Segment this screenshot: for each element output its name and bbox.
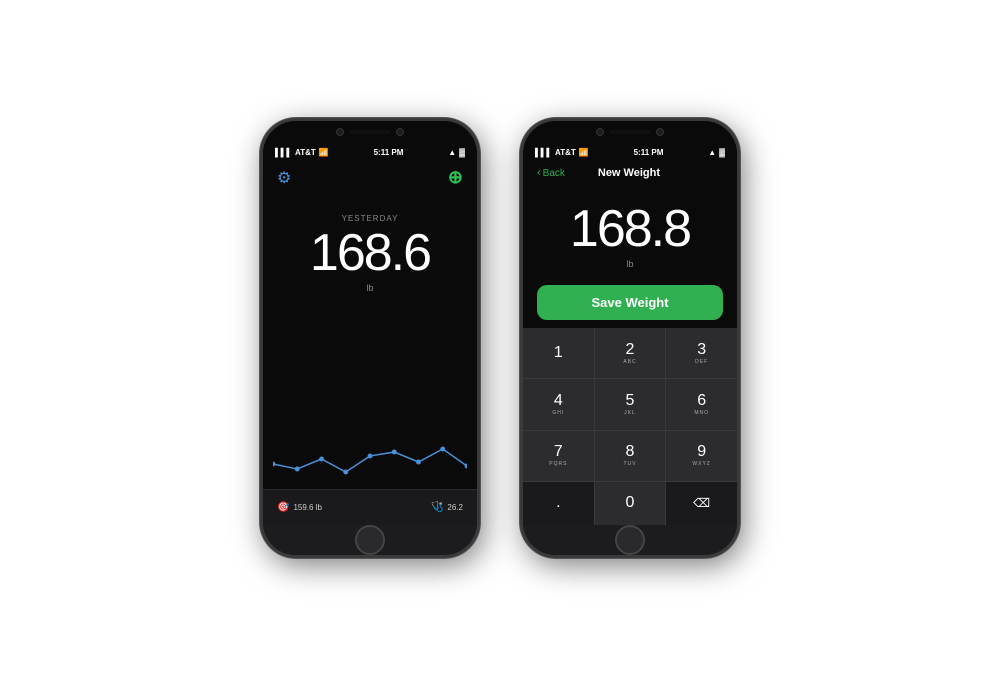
target-icon: 🎯 bbox=[277, 502, 289, 513]
phone-1-screen: ⚙ ⊕ YESTERDAY 168.6 lb bbox=[263, 161, 477, 525]
camera-dot-3 bbox=[596, 128, 604, 136]
key-9[interactable]: 9 WXYZ bbox=[666, 431, 737, 481]
settings-icon[interactable]: ⚙ bbox=[277, 168, 291, 188]
numeric-keypad: 1 2 ABC 3 DEF 4 GHI 5 JKL 6 MNO bbox=[523, 328, 737, 525]
camera-dot-2 bbox=[396, 128, 404, 136]
key-0[interactable]: 0 bbox=[595, 482, 666, 525]
unit-label-2: lb bbox=[626, 259, 633, 269]
phone-1-notch bbox=[263, 121, 477, 143]
phone-2: ▌▌▌ AT&T 📶 5:11 PM ▲ ▓ ‹ Back New Weight… bbox=[520, 118, 740, 558]
status-bar-1: ▌▌▌ AT&T 📶 5:11 PM ▲ ▓ bbox=[263, 143, 477, 161]
status-left-2: ▌▌▌ AT&T 📶 bbox=[535, 148, 589, 157]
back-button[interactable]: ‹ Back bbox=[537, 167, 565, 179]
phone-1-home-bar bbox=[263, 525, 477, 555]
phone-2-notch bbox=[523, 121, 737, 143]
key-3[interactable]: 3 DEF bbox=[666, 328, 737, 378]
key-1[interactable]: 1 bbox=[523, 328, 594, 378]
phone-1-navbar: ⚙ ⊕ bbox=[263, 161, 477, 194]
save-weight-button[interactable]: Save Weight bbox=[537, 285, 723, 320]
battery-icon-1: ▓ bbox=[459, 148, 465, 157]
nav-title: New Weight bbox=[598, 167, 660, 179]
back-label: Back bbox=[543, 168, 565, 179]
key-7[interactable]: 7 PQRS bbox=[523, 431, 594, 481]
wifi-icon-1: 📶 bbox=[319, 148, 329, 157]
status-left-1: ▌▌▌ AT&T 📶 bbox=[275, 148, 329, 157]
phone-2-screen: ‹ Back New Weight 168.8 lb Save Weight 1… bbox=[523, 161, 737, 525]
status-bar-2: ▌▌▌ AT&T 📶 5:11 PM ▲ ▓ bbox=[523, 143, 737, 161]
key-backspace[interactable]: ⌫ bbox=[666, 482, 737, 525]
location-icon-2: ▲ bbox=[708, 148, 716, 157]
signal-bars-2: ▌▌▌ bbox=[535, 148, 552, 157]
status-right-1: ▲ ▓ bbox=[448, 148, 465, 157]
chevron-left-icon: ‹ bbox=[537, 167, 541, 179]
signal-bars-1: ▌▌▌ bbox=[275, 148, 292, 157]
phone-2-navbar: ‹ Back New Weight bbox=[523, 161, 737, 183]
location-icon-1: ▲ bbox=[448, 148, 456, 157]
bmi-stat-value: 26.2 bbox=[447, 503, 463, 512]
status-right-2: ▲ ▓ bbox=[708, 148, 725, 157]
status-time-2: 5:11 PM bbox=[634, 148, 664, 157]
carrier-name-1: AT&T bbox=[295, 148, 316, 157]
carrier-name-2: AT&T bbox=[555, 148, 576, 157]
wifi-icon-2: 📶 bbox=[579, 148, 589, 157]
weight-chart bbox=[263, 349, 477, 489]
camera-dot bbox=[336, 128, 344, 136]
home-button-2[interactable] bbox=[615, 525, 645, 555]
bmi-stat: 🩺 26.2 bbox=[431, 502, 463, 513]
key-5[interactable]: 5 JKL bbox=[595, 379, 666, 429]
phone-2-home-bar bbox=[523, 525, 737, 555]
key-dot[interactable]: . bbox=[523, 482, 594, 525]
weight-stat: 🎯 159.6 lb bbox=[277, 502, 322, 513]
key-6[interactable]: 6 MNO bbox=[666, 379, 737, 429]
weight-stat-value: 159.6 lb bbox=[293, 503, 321, 512]
phone-1: ▌▌▌ AT&T 📶 5:11 PM ▲ ▓ ⚙ ⊕ YESTERDAY 168… bbox=[260, 118, 480, 558]
health-icon: 🩺 bbox=[431, 502, 443, 513]
battery-icon-2: ▓ bbox=[719, 148, 725, 157]
speaker-grill-2 bbox=[610, 130, 650, 134]
add-weight-icon[interactable]: ⊕ bbox=[448, 167, 463, 188]
phone-1-main: YESTERDAY 168.6 lb bbox=[263, 194, 477, 349]
unit-label-1: lb bbox=[366, 283, 373, 293]
status-time-1: 5:11 PM bbox=[374, 148, 404, 157]
speaker-grill bbox=[350, 130, 390, 134]
period-label: YESTERDAY bbox=[342, 214, 399, 223]
key-2[interactable]: 2 ABC bbox=[595, 328, 666, 378]
stats-bar: 🎯 159.6 lb 🩺 26.2 bbox=[263, 489, 477, 525]
key-8[interactable]: 8 TUV bbox=[595, 431, 666, 481]
weight-display-2: 168.8 bbox=[570, 203, 690, 255]
home-button-1[interactable] bbox=[355, 525, 385, 555]
weight-display-1: 168.6 bbox=[310, 227, 430, 279]
phone-2-weight-display: 168.8 lb bbox=[523, 183, 737, 277]
key-4[interactable]: 4 GHI bbox=[523, 379, 594, 429]
camera-dot-4 bbox=[656, 128, 664, 136]
